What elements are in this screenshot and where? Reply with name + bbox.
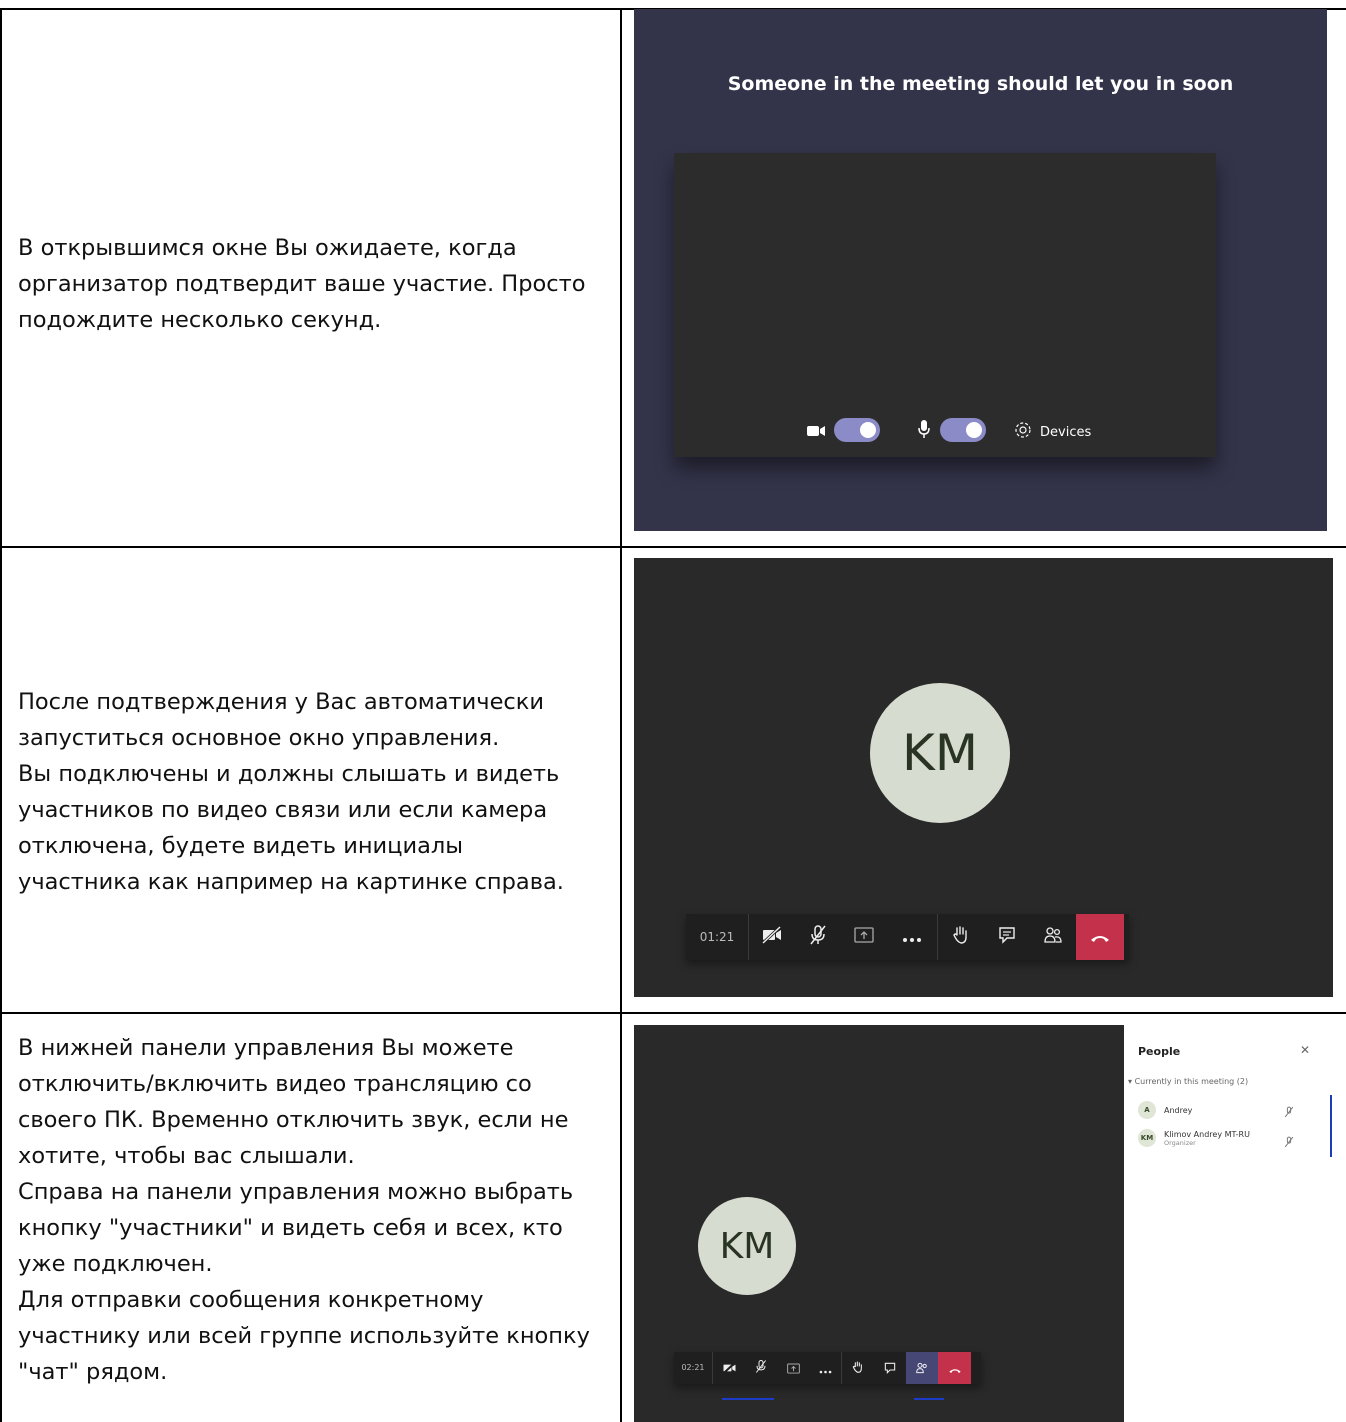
share-screen-icon [854,927,874,947]
section-label: Currently in this meeting (2) [1134,1077,1249,1086]
microphone-toggle[interactable] [940,418,986,442]
participants-button[interactable] [1030,914,1076,960]
gear-icon [1014,421,1032,443]
raise-hand-icon [852,1359,864,1378]
call-toolbar-small: 02:21 [674,1352,981,1384]
mic-muted-icon [1284,1103,1294,1122]
devices-label: Devices [1040,424,1092,440]
table-border-left [0,8,2,1422]
table-border-middle [620,8,622,1422]
instruction-text-3: В нижней панели управления Вы можете отк… [18,1035,590,1385]
participant-role: Organizer [1164,1138,1196,1147]
call-timer-small: 02:21 [674,1352,713,1384]
raise-hand-icon [952,925,970,949]
camera-toggle[interactable] [834,418,880,442]
people-title: People [1138,1045,1181,1058]
mic-muted-icon [1284,1133,1294,1152]
camera-off-icon [761,925,783,948]
participant-name: Klimov Andrey MT-RU [1164,1129,1250,1139]
people-panel-screenshot: KM 02:21 People ✕ ▾ Currently in this me… [634,1025,1346,1422]
table-border-row1 [0,546,1346,548]
mic-off-icon [809,924,827,950]
call-timer: 01:21 [686,914,749,960]
participant-name: Andrey [1164,1105,1193,1115]
camera-icon[interactable] [806,423,826,442]
people-panel: People ✕ ▾ Currently in this meeting (2)… [1124,1025,1346,1422]
participants-icon [915,1359,929,1378]
avatar: KM [870,683,1010,823]
close-icon[interactable]: ✕ [1300,1043,1310,1057]
camera-off-button[interactable] [749,914,795,960]
more-icon [819,1359,832,1378]
chat-button[interactable] [984,914,1030,960]
call-screenshot: KM 01:21 [634,558,1333,997]
camera-highlight-underline [722,1398,774,1400]
camera-off-icon [722,1359,737,1378]
instruction-text-2: После подтверждения у Вас автоматически … [18,689,564,895]
hang-up-button-small[interactable] [938,1352,971,1384]
people-section-header[interactable]: ▾ Currently in this meeting (2) [1128,1077,1248,1086]
participant-row[interactable]: A Andrey [1138,1101,1192,1119]
participants-button-small[interactable] [906,1352,938,1384]
more-options-button-small[interactable] [809,1352,841,1384]
participant-row[interactable]: KM Klimov Andrey MT-RU Organizer [1138,1129,1250,1147]
devices-button[interactable]: Devices [1014,421,1091,443]
hang-up-button[interactable] [1076,914,1124,960]
more-icon [902,928,922,947]
participants-highlight-underline [914,1398,944,1400]
participants-icon [1043,926,1063,948]
participant-avatar: A [1138,1101,1156,1119]
share-screen-icon [786,1359,800,1378]
chat-icon [998,926,1016,948]
microphone-icon[interactable] [917,419,931,443]
hang-up-icon [1089,928,1111,947]
more-options-button[interactable] [887,914,937,960]
highlight-marker [1330,1095,1332,1157]
table-border-row2 [0,1012,1346,1014]
raise-hand-button[interactable] [938,914,984,960]
chat-icon [884,1359,896,1378]
video-preview: Devices [674,153,1216,457]
mic-off-button-small[interactable] [745,1352,777,1384]
raise-hand-button-small[interactable] [842,1352,874,1384]
chat-button-small[interactable] [874,1352,906,1384]
share-screen-button[interactable] [841,914,887,960]
camera-off-button-small[interactable] [713,1352,745,1384]
share-screen-button-small[interactable] [777,1352,809,1384]
mic-off-icon [755,1359,767,1378]
mic-off-button[interactable] [795,914,841,960]
lobby-heading: Someone in the meeting should let you in… [727,73,1234,95]
hang-up-icon [948,1359,962,1378]
participant-avatar: KM [1138,1129,1156,1147]
lobby-screenshot: Someone in the meeting should let you in… [634,9,1327,531]
avatar-small: KM [698,1197,796,1295]
instruction-text-1: В открывшимся окне Вы ожидаете, когда ор… [18,235,586,333]
call-toolbar: 01:21 [686,914,1129,960]
